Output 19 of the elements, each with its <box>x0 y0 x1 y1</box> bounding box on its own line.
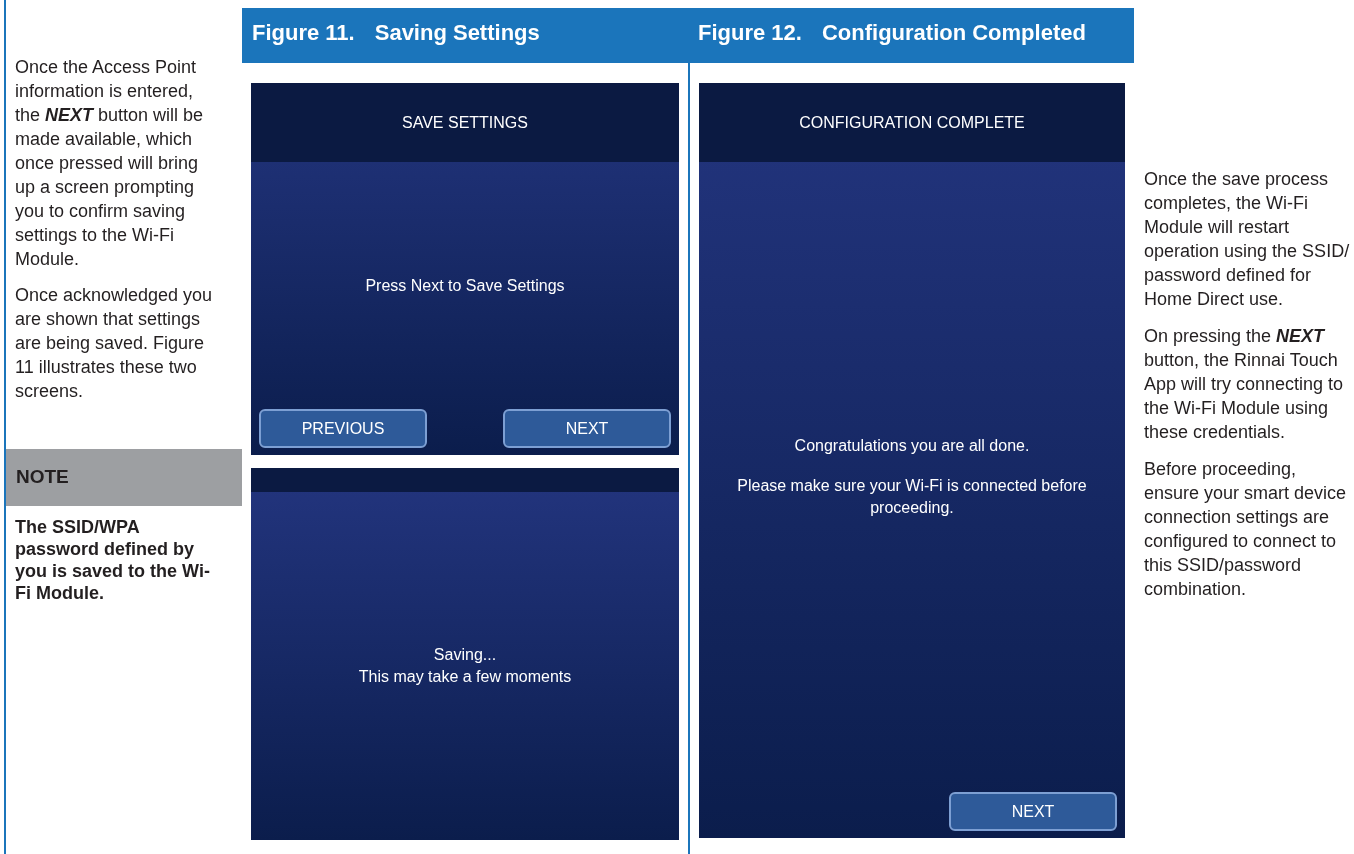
next-button[interactable]: NEXT <box>503 409 671 448</box>
screen-header: SAVE SETTINGS <box>251 83 679 162</box>
message-text: Saving... <box>433 645 497 665</box>
paragraph: On pressing the NEXT button, the Rinnai Touch App will try connecting to the Wi-Fi Module using these credentials. <box>1144 325 1345 444</box>
next-button[interactable]: NEXT <box>949 792 1117 831</box>
message-text: Congratulations you are all done. <box>794 436 1030 456</box>
figure-title: Figure 12. Configuration Completed <box>697 19 1087 47</box>
message-text: Please make sure your Wi-Fi is connected before proceeding. <box>736 476 1088 518</box>
paragraph: Before proceeding, ensure your smart device connection settings are configured to connect to this SSID/password combination. <box>1144 458 1348 601</box>
screen-header: CONFIGURATION COMPLETE <box>699 83 1125 162</box>
paragraph: Once the Access Point information is entered, the NEXT button will be made available, which once pressed will bring up a screen prompting you to confirm saving settings to the Wi-Fi Module. <box>14 56 205 271</box>
note-heading: NOTE <box>6 449 242 506</box>
message-text: Press Next to Save Settings <box>365 275 565 296</box>
figure-title: Figure 11. Saving Settings <box>251 19 541 47</box>
message-text: This may take a few moments <box>358 667 572 687</box>
note-text: The SSID/WPA password defined by you is saved to the Wi-Fi Module. <box>14 515 211 604</box>
paragraph: Once acknowledged you are shown that settings are being saved. Figure 11 illustrates these two screens. <box>14 284 214 403</box>
previous-button[interactable]: PREVIOUS <box>259 409 427 448</box>
paragraph: Once the save process completes, the Wi-Fi Module will restart operation using the SSID/ password defined for Home Direct use. <box>1144 168 1350 311</box>
